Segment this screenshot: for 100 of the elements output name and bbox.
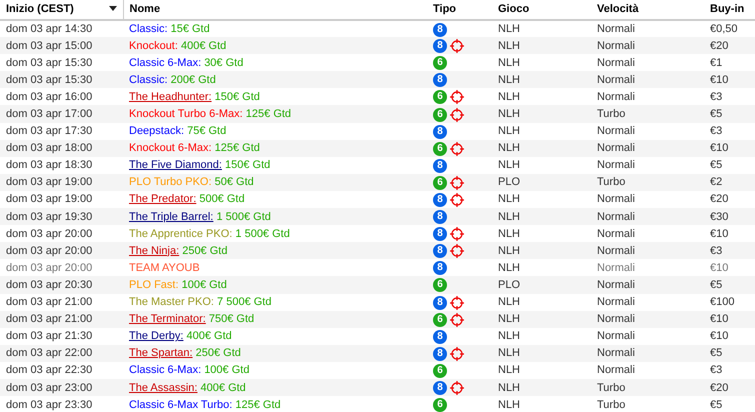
table-size-badge: 6: [433, 364, 447, 378]
start-time: dom 03 apr 18:30: [6, 159, 92, 172]
speed-text: Normali: [597, 330, 635, 342]
buyin-text: €20: [710, 40, 728, 52]
buyin-text: €5: [710, 108, 722, 120]
table-size-badge: 8: [433, 22, 447, 37]
tournament-name[interactable]: Classic:: [129, 74, 168, 86]
table-size-badge: 6: [433, 108, 447, 122]
column-header[interactable]: Buy-in: [710, 3, 744, 16]
speed-text: Normali: [597, 364, 635, 376]
start-time: dom 03 apr 23:00: [6, 382, 92, 394]
guarantee-text: 250€ Gtd: [196, 347, 241, 360]
game-text: NLH: [498, 228, 520, 240]
column-header[interactable]: Gioco: [498, 3, 530, 16]
start-time: dom 03 apr 15:00: [6, 40, 92, 52]
tournament-name[interactable]: Deepstack:: [129, 125, 184, 138]
table-size-badge: 8: [433, 346, 447, 361]
speed-text: Normali: [597, 40, 635, 52]
speed-text: Normali: [597, 296, 635, 308]
game-text: NLH: [498, 398, 520, 411]
table-size-badge: 8: [433, 73, 447, 88]
tournament-name[interactable]: Knockout 6-Max:: [129, 142, 212, 154]
buyin-text: €20: [710, 382, 728, 394]
game-text: NLH: [498, 193, 520, 206]
guarantee-text: 7 500€ Gtd: [217, 296, 272, 308]
start-time: dom 03 apr 20:00: [6, 262, 92, 274]
tournament-link[interactable]: The Ninja:: [129, 244, 180, 257]
tournament-link[interactable]: The Predator:: [129, 193, 196, 206]
column-header[interactable]: Velocità: [597, 3, 639, 16]
guarantee-text: 400€ Gtd: [180, 40, 226, 52]
tournament-link[interactable]: The Assassin:: [129, 382, 198, 394]
column-header[interactable]: Inizio (CEST): [6, 3, 74, 16]
start-time: dom 03 apr 21:00: [6, 296, 92, 308]
game-text: NLH: [498, 244, 520, 257]
start-time: dom 03 apr 14:30: [6, 23, 92, 36]
game-text: NLH: [498, 90, 520, 103]
table-size-badge: 6: [433, 312, 447, 327]
speed-text: Turbo: [597, 398, 626, 411]
guarantee-text: 50€ Gtd: [214, 176, 254, 188]
column-header[interactable]: Nome: [130, 3, 160, 16]
speed-text: Normali: [597, 262, 635, 274]
game-text: NLH: [498, 330, 520, 342]
tournament-name[interactable]: Classic 6-Max:: [129, 364, 202, 376]
buyin-text: €3: [710, 90, 722, 103]
guarantee-text: 125€ Gtd: [246, 108, 292, 120]
buyin-text: €10: [710, 330, 728, 342]
tournament-link[interactable]: The Headhunter:: [129, 90, 212, 103]
speed-text: Normali: [597, 210, 635, 223]
tournament-link[interactable]: The Spartan:: [129, 347, 193, 360]
speed-text: Normali: [597, 74, 635, 86]
tournament-link[interactable]: The Derby:: [129, 330, 184, 342]
start-time: dom 03 apr 18:00: [6, 142, 92, 154]
buyin-text: €5: [710, 398, 722, 411]
speed-text: Normali: [597, 244, 635, 257]
speed-text: Normali: [597, 313, 635, 326]
tournament-name[interactable]: Knockout Turbo 6-Max:: [129, 108, 243, 120]
table-size-badge: 6: [433, 398, 447, 412]
sort-caret-icon[interactable]: [108, 6, 116, 12]
table-size-badge: 8: [433, 210, 447, 224]
start-time: dom 03 apr 22:00: [6, 347, 92, 360]
table-size-badge: 8: [433, 296, 447, 310]
buyin-text: €2: [710, 176, 722, 188]
buyin-text: €10: [710, 142, 728, 154]
start-time: dom 03 apr 23:30: [6, 398, 92, 411]
game-text: NLH: [498, 296, 520, 308]
tournament-link[interactable]: The Five Diamond:: [129, 159, 222, 172]
guarantee-text: 400€ Gtd: [200, 382, 246, 394]
tournament-name[interactable]: Knockout:: [129, 40, 178, 52]
guarantee-text: 1 500€ Gtd: [216, 210, 271, 223]
tournament-link[interactable]: The Triple Barrel:: [129, 210, 214, 223]
start-time: dom 03 apr 16:00: [6, 90, 92, 103]
tournament-link[interactable]: The Terminator:: [129, 313, 206, 326]
start-time: dom 03 apr 21:30: [6, 330, 92, 342]
speed-text: Turbo: [597, 382, 626, 394]
table-size-badge: 8: [433, 330, 447, 344]
guarantee-text: 75€ Gtd: [187, 125, 226, 138]
speed-text: Normali: [597, 278, 635, 291]
game-text: NLH: [498, 347, 520, 360]
table-size-badge: 6: [433, 278, 447, 292]
buyin-text: €30: [710, 210, 728, 223]
buyin-text: €20: [710, 193, 728, 206]
tournament-name[interactable]: Classic 6-Max Turbo:: [129, 398, 232, 411]
tournament-name[interactable]: Classic 6-Max:: [129, 56, 202, 69]
game-text: NLH: [498, 23, 520, 36]
guarantee-text: 250€ Gtd: [182, 244, 228, 257]
start-time: dom 03 apr 19:30: [6, 210, 92, 223]
game-text: NLH: [498, 382, 520, 394]
guarantee-text: 125€ Gtd: [214, 142, 260, 154]
guarantee-text: 1 500€ Gtd: [235, 228, 290, 240]
guarantee-text: 150€ Gtd: [214, 90, 260, 103]
start-time: dom 03 apr 20:30: [6, 278, 92, 291]
tournament-name[interactable]: Classic:: [129, 23, 168, 36]
speed-text: Normali: [597, 193, 635, 206]
game-text: NLH: [498, 40, 520, 52]
speed-text: Normali: [597, 159, 635, 172]
game-text: NLH: [498, 262, 520, 274]
speed-text: Normali: [597, 23, 635, 36]
start-time: dom 03 apr 17:30: [6, 125, 92, 138]
column-header[interactable]: Tipo: [433, 3, 456, 16]
guarantee-text: 150€ Gtd: [225, 159, 270, 172]
